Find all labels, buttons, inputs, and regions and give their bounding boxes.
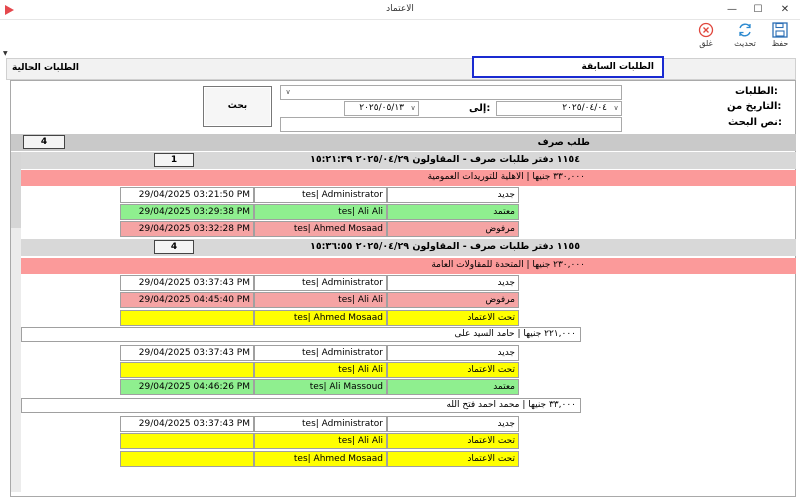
chevron-down-icon: ∨ [285,88,291,96]
scrollbar-thumb[interactable] [11,152,21,228]
group-type-band [11,134,796,151]
row-status: تحت الاعتماد [387,433,519,449]
group-detail-text: ٣٣٠,٠٠٠ جنيها | الاهلية للتوريدات العموم… [427,172,585,182]
close-label: غلق [699,39,713,48]
sub-detail-row[interactable]: ٢٢١,٠٠٠ جنيها | حامد السيد على [21,327,581,342]
search-button[interactable]: بحث [203,86,272,127]
tab-previous-requests[interactable]: الطلبات السابقة [472,56,664,78]
date-from-label: التاريخ من: [727,101,782,112]
group-header-title: ١١٥٤ دفتر طلبات صرف - المقاولون ٢٠٢٥/٠٤/… [310,154,580,165]
row-user: tes| Ali Massoud [254,379,387,395]
row-date: 29/04/2025 04:46:26 PM [120,379,254,395]
row-user: tes| Administrator [254,345,387,361]
row-status: مرفوض [387,221,519,237]
row-date: 29/04/2025 03:29:38 PM [120,204,254,220]
requests-label: الطلبات: [735,86,778,97]
title-bar: الاعتماد — ☐ ✕ [0,0,800,20]
row-user: tes| Ahmed Mosaad [254,221,387,237]
row-user: tes| Ali Ali [254,433,387,449]
group-header-title: ١١٥٥ دفتر طلبات صرف - المقاولون ٢٠٢٥/٠٤/… [310,241,580,252]
date-to-value: ٢٠٢٥/٠٥/١٣ [359,103,404,113]
search-text-label: نص البحث: [728,117,782,128]
row-date: 29/04/2025 03:21:50 PM [120,187,254,203]
row-user: tes| Administrator [254,187,387,203]
close-window-button[interactable]: ✕ [773,1,797,19]
row-user: tes| Ali Ali [254,204,387,220]
date-from-picker[interactable]: ∨ ٢٠٢٥/٠٤/٠٤ [496,101,622,116]
save-button[interactable]: حفظ [764,22,796,54]
to-label: إلى: [469,103,491,114]
row-date: 29/04/2025 03:37:43 PM [120,275,254,291]
row-status: معتمد [387,379,519,395]
close-button[interactable]: غلق [690,22,722,54]
date-to-picker[interactable]: ∨ ٢٠٢٥/٠٥/١٣ [344,101,419,116]
minimize-button[interactable]: — [720,1,744,19]
search-text-input[interactable] [280,117,622,132]
row-status: مرفوض [387,292,519,308]
row-date [120,451,254,467]
row-date: 29/04/2025 03:37:43 PM [120,345,254,361]
refresh-icon [739,23,751,37]
row-user: tes| Ahmed Mosaad [254,451,387,467]
group-count-badge: 1 [154,153,194,167]
row-status: جديد [387,275,519,291]
chevron-down-icon: ∨ [410,104,416,112]
row-status: جديد [387,187,519,203]
row-status: تحت الاعتماد [387,362,519,378]
row-date: 29/04/2025 03:37:43 PM [120,416,254,432]
row-status: معتمد [387,204,519,220]
sub-detail-row[interactable]: ٣٣,٠٠٠ جنيها | محمد احمد فتح الله [21,398,581,413]
row-date: 29/04/2025 04:45:40 PM [120,292,254,308]
group-count-badge: 4 [154,240,194,254]
save-icon [772,22,788,38]
chevron-down-icon: ∨ [613,104,619,112]
row-user: tes| Administrator [254,275,387,291]
tab-current-requests[interactable]: الطلبات الحالية [12,63,79,73]
type-count-badge: 4 [23,135,65,149]
row-date: 29/04/2025 03:32:28 PM [120,221,254,237]
type-title: طلب صرف [537,137,590,148]
window-title: الاعتماد [386,4,414,14]
row-user: tes| Ali Ali [254,362,387,378]
tab-strip [6,58,796,80]
row-status: تحت الاعتماد [387,310,519,326]
row-user: tes| Administrator [254,416,387,432]
row-status: جديد [387,345,519,361]
group-detail-text: ٢٣٠,٠٠٠ جنيها | المتحدة للمقاولات العامة [431,260,585,270]
save-label: حفظ [771,39,789,48]
maximize-button[interactable]: ☐ [746,1,770,19]
row-user: tes| Ahmed Mosaad [254,310,387,326]
row-date [120,310,254,326]
row-status: جديد [387,416,519,432]
refresh-label: تحديث [734,39,756,48]
row-user: tes| Ali Ali [254,292,387,308]
refresh-button[interactable]: تحديث [729,22,761,54]
collapse-arrow-icon[interactable]: ▼ [3,50,8,57]
requests-combo[interactable]: ∨ [280,85,622,100]
row-date [120,433,254,449]
row-date [120,362,254,378]
toolbar [0,20,800,56]
date-from-value: ٢٠٢٥/٠٤/٠٤ [562,103,607,113]
row-status: تحت الاعتماد [387,451,519,467]
close-icon [698,22,714,38]
